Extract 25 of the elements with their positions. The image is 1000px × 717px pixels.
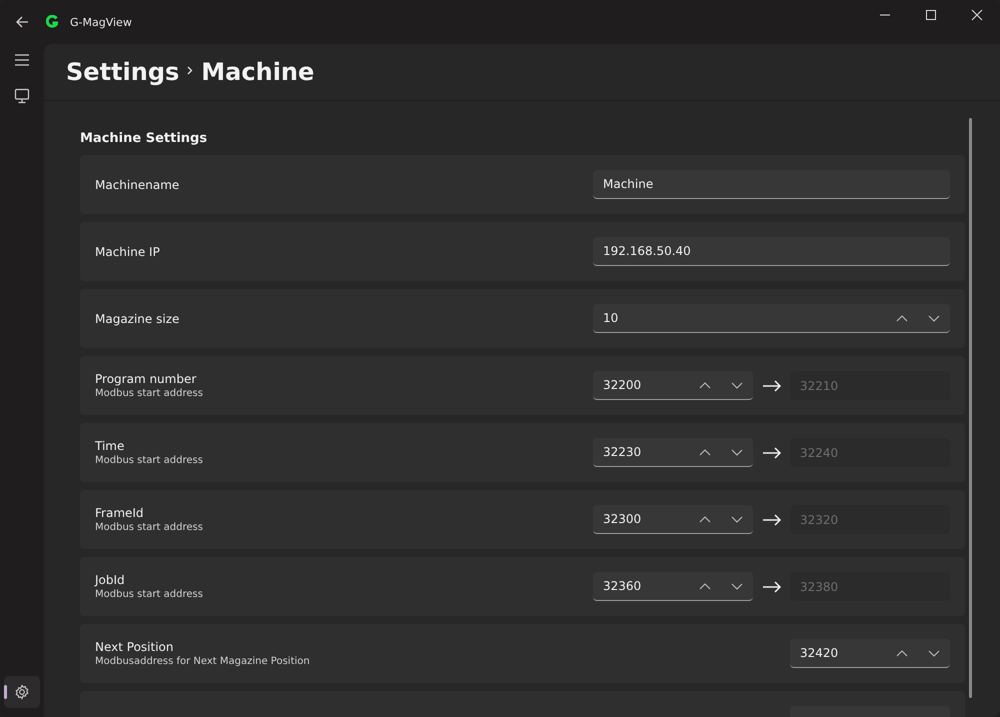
number-field[interactable]: 10 [593, 304, 950, 333]
breadcrumb-item: Machine [201, 58, 314, 86]
setting-description: Modbus start address [95, 388, 203, 399]
setting-label: Machine IP [95, 244, 160, 258]
number-field[interactable]: 32360 [593, 572, 753, 601]
setting-label: Program number [95, 372, 198, 386]
setting-description: Modbus start address [95, 589, 203, 600]
text-field[interactable]: Machine [593, 170, 950, 199]
window-title: G-MagView [70, 16, 132, 28]
number-field[interactable]: 32230 [593, 438, 753, 467]
setting-label: JobId [95, 573, 126, 587]
number-field[interactable]: 32200 [593, 371, 753, 400]
setting-label: FrameId [95, 506, 145, 520]
text-field[interactable]: 192.168.50.40 [593, 237, 950, 266]
setting-label: Next Position [95, 640, 174, 654]
setting-description: Modbusaddress for Next Magazine Position [95, 656, 310, 667]
setting-label: Time [95, 439, 126, 453]
setting-label: Machinename [95, 178, 180, 192]
section-title: Machine Settings [80, 131, 208, 146]
setting-label: Magazine size [95, 312, 180, 326]
setting-description: Modbus start address [95, 522, 203, 533]
setting-description: Modbus start address [95, 455, 203, 466]
number-field[interactable]: 32420 [790, 639, 950, 668]
number-field[interactable]: 32300 [593, 505, 753, 534]
breadcrumb-item[interactable]: Settings [66, 58, 180, 86]
